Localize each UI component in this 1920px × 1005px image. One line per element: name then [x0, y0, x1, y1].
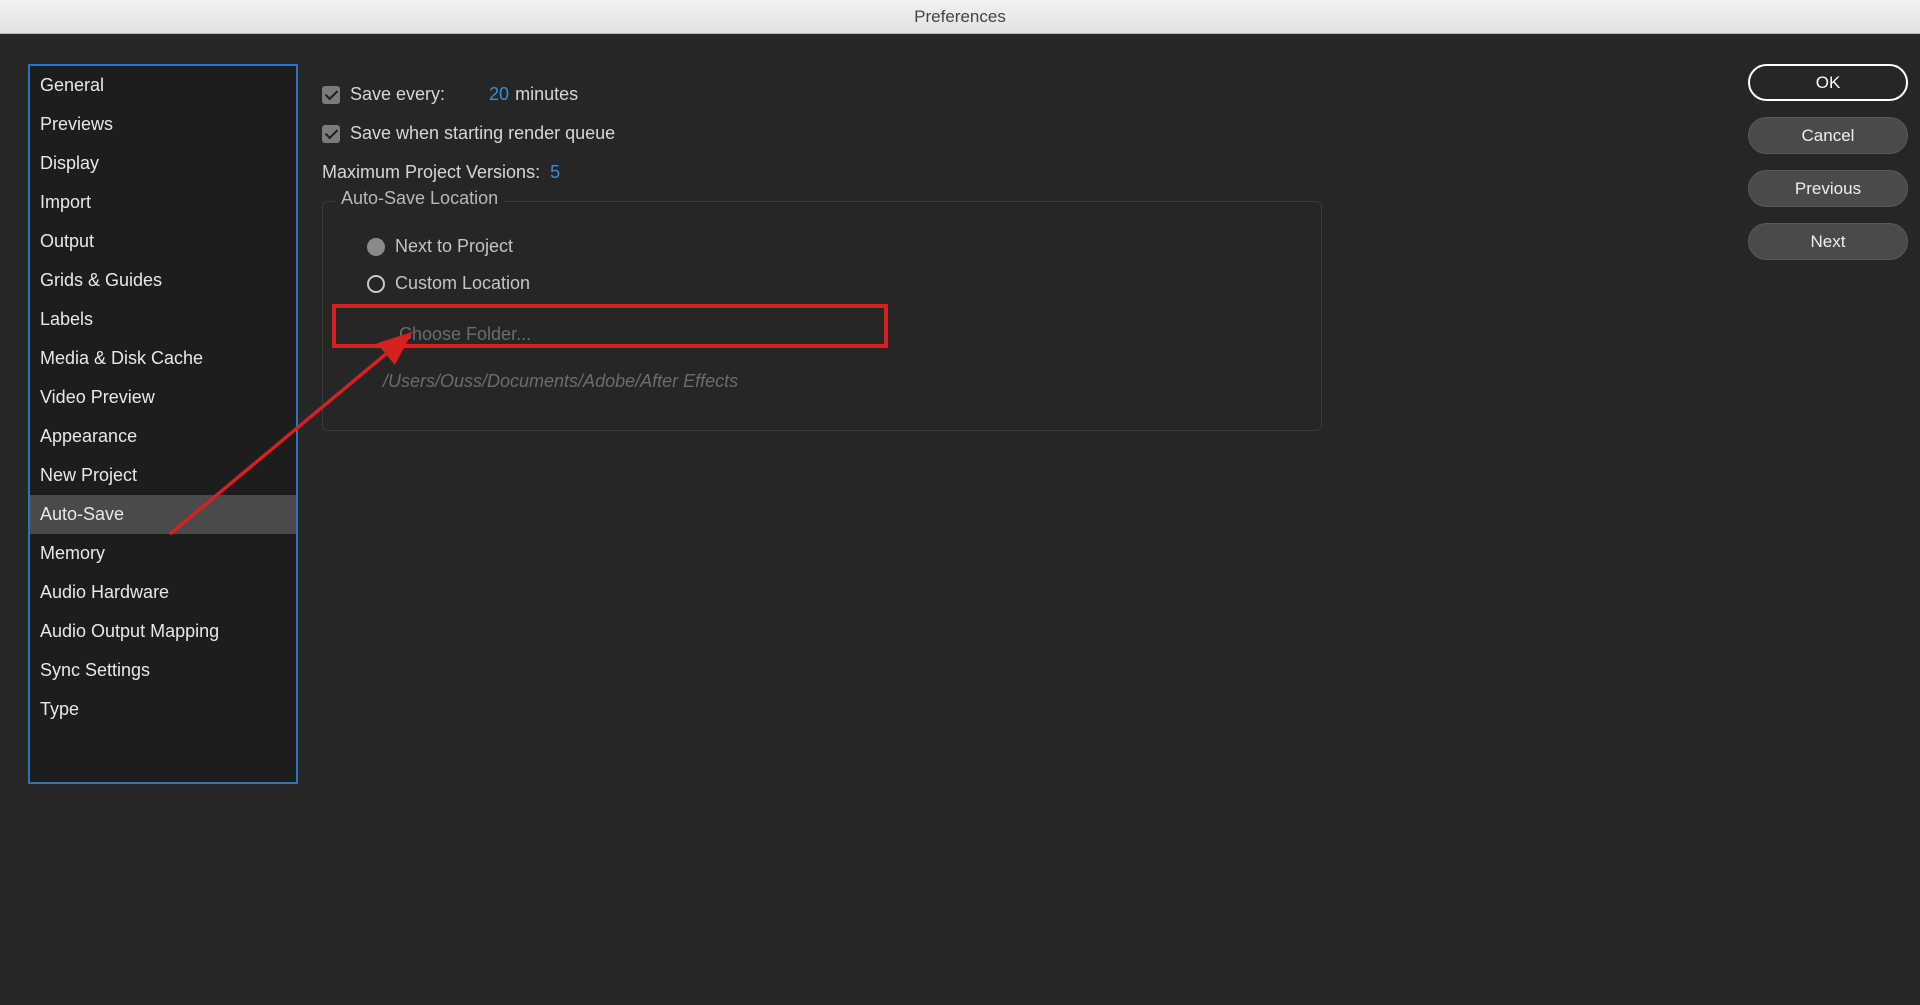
sidebar-item-labels[interactable]: Labels [30, 300, 296, 339]
radio-next-to-project-row[interactable]: Next to Project [367, 230, 1293, 263]
save-on-render-label: Save when starting render queue [350, 123, 615, 144]
sidebar-item-media-disk-cache[interactable]: Media & Disk Cache [30, 339, 296, 378]
autosave-folder-path: /Users/Ouss/Documents/Adobe/After Effect… [351, 357, 1293, 396]
dialog-buttons: OK Cancel Previous Next [1748, 64, 1908, 260]
sidebar-item-grids-guides[interactable]: Grids & Guides [30, 261, 296, 300]
sidebar-item-video-preview[interactable]: Video Preview [30, 378, 296, 417]
radio-next-to-project-label: Next to Project [395, 236, 513, 257]
sidebar-item-output[interactable]: Output [30, 222, 296, 261]
window-body: GeneralPreviewsDisplayImportOutputGrids … [0, 34, 1920, 1005]
radio-custom-location[interactable] [367, 275, 385, 293]
sidebar-item-appearance[interactable]: Appearance [30, 417, 296, 456]
ok-button[interactable]: OK [1748, 64, 1908, 101]
radio-custom-location-row[interactable]: Custom Location [367, 267, 1293, 300]
sidebar-item-import[interactable]: Import [30, 183, 296, 222]
save-on-render-row: Save when starting render queue [322, 123, 1460, 144]
choose-folder-button: Choose Folder... [351, 300, 1293, 357]
max-versions-row: Maximum Project Versions: 5 [322, 162, 1460, 183]
sidebar-item-type[interactable]: Type [30, 690, 296, 729]
window-title: Preferences [914, 7, 1006, 27]
autosave-panel: Save every: 20 minutes Save when startin… [322, 84, 1460, 431]
sidebar-item-sync-settings[interactable]: Sync Settings [30, 651, 296, 690]
sidebar-item-audio-hardware[interactable]: Audio Hardware [30, 573, 296, 612]
next-button[interactable]: Next [1748, 223, 1908, 260]
save-every-unit: minutes [515, 84, 578, 105]
cancel-button[interactable]: Cancel [1748, 117, 1908, 154]
sidebar-item-display[interactable]: Display [30, 144, 296, 183]
max-versions-label: Maximum Project Versions: [322, 162, 540, 183]
save-on-render-checkbox[interactable] [322, 125, 340, 143]
save-every-checkbox[interactable] [322, 86, 340, 104]
save-every-row: Save every: 20 minutes [322, 84, 1460, 105]
preferences-sidebar: GeneralPreviewsDisplayImportOutputGrids … [28, 64, 298, 784]
autosave-location-legend: Auto-Save Location [335, 188, 504, 209]
radio-custom-location-label: Custom Location [395, 273, 530, 294]
autosave-location-fieldset: Auto-Save Location Next to Project Custo… [322, 201, 1322, 431]
sidebar-item-audio-output-mapping[interactable]: Audio Output Mapping [30, 612, 296, 651]
window-titlebar: Preferences [0, 0, 1920, 34]
max-versions-value[interactable]: 5 [550, 162, 560, 183]
save-every-label: Save every: [350, 84, 445, 105]
sidebar-item-general[interactable]: General [30, 66, 296, 105]
sidebar-item-previews[interactable]: Previews [30, 105, 296, 144]
sidebar-item-memory[interactable]: Memory [30, 534, 296, 573]
sidebar-item-new-project[interactable]: New Project [30, 456, 296, 495]
save-every-value[interactable]: 20 [489, 84, 509, 105]
previous-button[interactable]: Previous [1748, 170, 1908, 207]
radio-next-to-project[interactable] [367, 238, 385, 256]
sidebar-item-auto-save[interactable]: Auto-Save [30, 495, 296, 534]
